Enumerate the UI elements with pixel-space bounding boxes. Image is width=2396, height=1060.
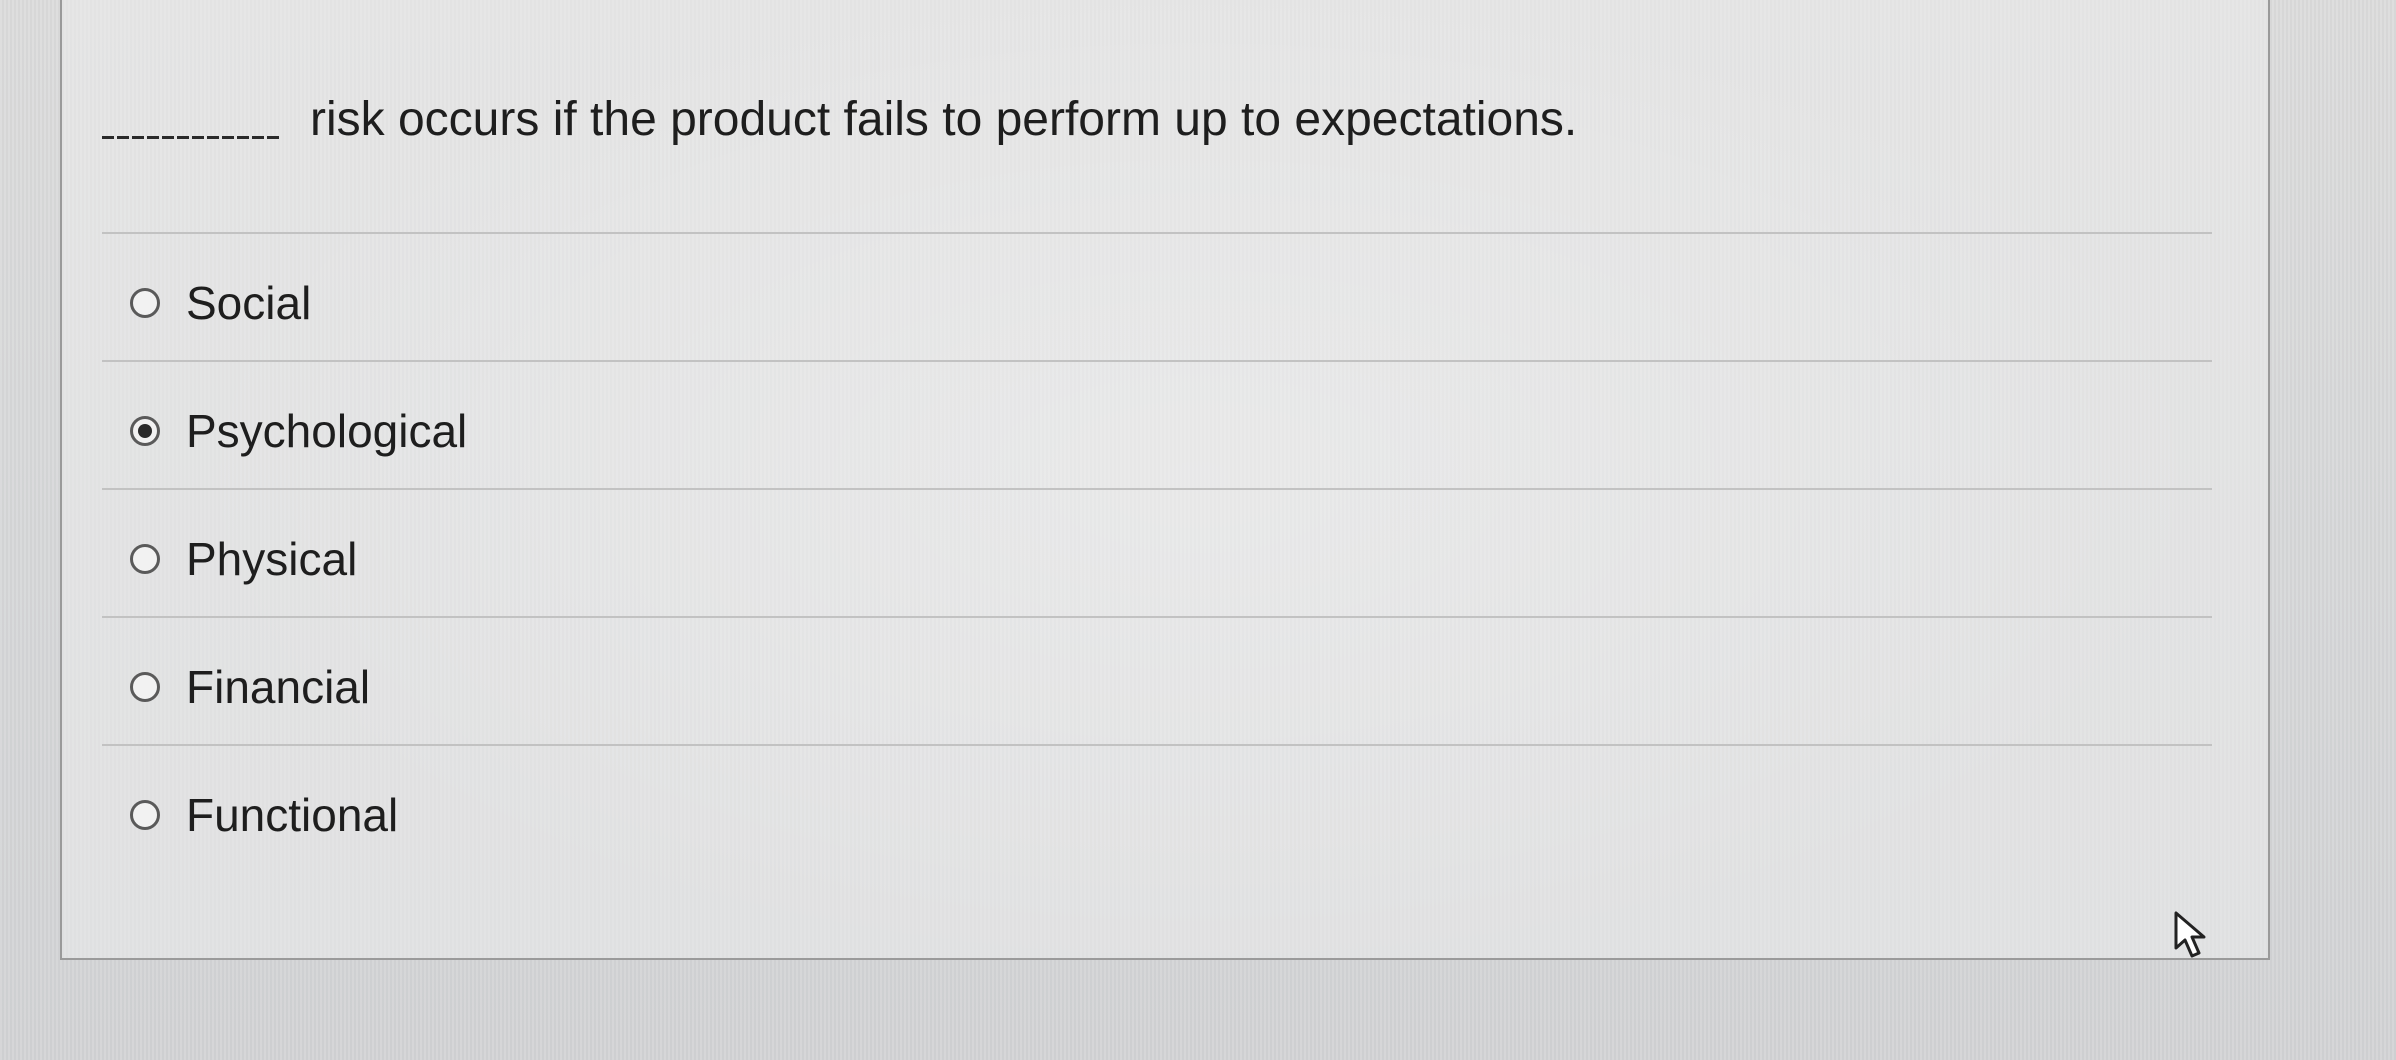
- option-label[interactable]: Financial: [186, 660, 370, 714]
- option-financial[interactable]: Financial: [102, 616, 2212, 744]
- radio-button-physical[interactable]: [130, 544, 160, 574]
- option-label[interactable]: Physical: [186, 532, 357, 586]
- radio-button-functional[interactable]: [130, 800, 160, 830]
- option-psychological[interactable]: Psychological: [102, 360, 2212, 488]
- radio-button-psychological[interactable]: [130, 416, 160, 446]
- option-physical[interactable]: Physical: [102, 488, 2212, 616]
- radio-button-social[interactable]: [130, 288, 160, 318]
- radio-button-financial[interactable]: [130, 672, 160, 702]
- option-functional[interactable]: Functional: [102, 744, 2212, 872]
- mouse-pointer-icon: [2174, 911, 2206, 958]
- option-label[interactable]: Functional: [186, 788, 398, 842]
- question-card: risk occurs if the product fails to perf…: [60, 0, 2270, 960]
- question-stem: risk occurs if the product fails to perf…: [310, 93, 1578, 146]
- question-text: risk occurs if the product fails to perf…: [102, 92, 1577, 148]
- answer-blank: [102, 136, 280, 139]
- option-social[interactable]: Social: [102, 232, 2212, 360]
- option-label[interactable]: Social: [186, 276, 311, 330]
- option-label[interactable]: Psychological: [186, 404, 467, 458]
- answer-options: Social Psychological Physical Financial …: [102, 232, 2212, 872]
